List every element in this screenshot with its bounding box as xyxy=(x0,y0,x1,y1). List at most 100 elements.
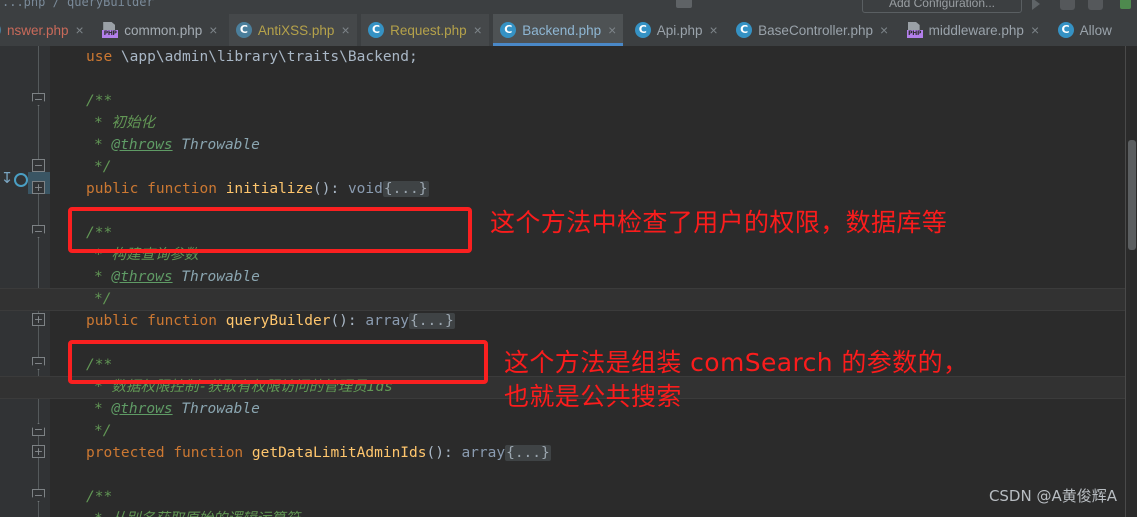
editor-scrollbar-thumb[interactable] xyxy=(1128,140,1136,250)
code-line: /** xyxy=(86,354,112,376)
code-line: public function queryBuilder(): array{..… xyxy=(86,310,455,332)
overridden-method-icon[interactable] xyxy=(14,173,28,187)
current-line-highlight xyxy=(0,288,1125,311)
project-structure-icon[interactable] xyxy=(676,0,692,8)
implementing-method-icon[interactable]: ↧ xyxy=(0,169,14,187)
close-icon[interactable]: × xyxy=(209,23,217,37)
code-token: \app\admin\library\traits\Backend; xyxy=(120,49,418,65)
code-line: * 构建查询参数 xyxy=(94,244,198,266)
editor-tab-request-php[interactable]: C Request.php × xyxy=(361,14,489,46)
run-configuration-selector[interactable]: Add Configuration... xyxy=(862,0,1022,13)
code-token: * 构建查询参数 xyxy=(94,247,199,263)
code-line: */ xyxy=(94,420,111,442)
editor-tab-backend-php[interactable]: C Backend.php × xyxy=(493,14,624,46)
code-line: * @throws Throwable xyxy=(94,398,260,420)
php-class-icon: C xyxy=(1057,22,1074,38)
close-icon[interactable]: × xyxy=(710,23,718,37)
debug-icon[interactable] xyxy=(1060,0,1075,10)
editor-tab-basecontroller-php[interactable]: C BaseController.php × xyxy=(729,14,895,46)
fold-expand-icon[interactable]: + xyxy=(32,445,45,458)
code-token: {...} xyxy=(505,445,551,461)
php-class-icon: C xyxy=(368,22,385,38)
editor-tab-allow-php[interactable]: C Allow xyxy=(1051,14,1119,46)
coverage-icon[interactable] xyxy=(1088,0,1103,10)
code-token: {...} xyxy=(382,181,429,197)
code-token: * 从别名获取原始的逻辑运算符 xyxy=(94,511,300,517)
fold-expand-icon[interactable]: + xyxy=(32,181,45,194)
close-icon[interactable]: × xyxy=(608,23,616,37)
fold-collapse-icon[interactable]: − xyxy=(32,489,45,502)
code-token: function xyxy=(173,445,252,461)
fold-collapse-icon[interactable]: − xyxy=(32,93,45,106)
code-line: /** xyxy=(86,486,112,508)
code-token: @throws xyxy=(111,401,173,417)
editor-scrollbar-track[interactable] xyxy=(1125,46,1137,517)
fold-collapse-icon[interactable]: − xyxy=(32,357,45,370)
code-line: /** xyxy=(86,90,112,112)
php-file-icon: PHP xyxy=(102,22,119,38)
code-line: /** xyxy=(86,222,112,244)
code-token: void xyxy=(347,181,383,197)
code-token: * 初始化 xyxy=(94,115,155,131)
close-icon[interactable]: × xyxy=(1031,23,1039,37)
close-icon[interactable]: × xyxy=(76,23,84,37)
code-token: * xyxy=(94,137,112,153)
editor-tab-label: common.php xyxy=(124,22,203,38)
code-token: * xyxy=(94,401,112,417)
code-token: Throwable xyxy=(172,401,260,417)
code-token: /** xyxy=(86,225,113,241)
editor-tab-bar: C nswer.php × PHP common.php × C AntiXSS… xyxy=(0,14,1137,46)
php-class-icon: C xyxy=(500,22,517,38)
editor-tab-middleware-php[interactable]: PHP middleware.php × xyxy=(900,14,1047,46)
code-token: public xyxy=(86,181,148,197)
code-token: () xyxy=(313,181,331,197)
ide-window: ...php / queryBuilder Add Configuration.… xyxy=(0,0,1137,517)
code-line: * 数据权限控制-获取有权限访问的管理员Ids xyxy=(94,376,393,398)
php-class-icon: C xyxy=(235,22,252,38)
code-token: */ xyxy=(94,159,112,175)
watermark: CSDN @A黄俊辉A xyxy=(988,487,1117,505)
fold-collapse-icon[interactable]: − xyxy=(32,225,45,238)
editor-tab-label: BaseController.php xyxy=(758,22,873,38)
editor-tab-label: nswer.php xyxy=(7,22,69,38)
code-token: () xyxy=(330,313,348,329)
run-icon[interactable] xyxy=(1032,0,1040,10)
code-token: use xyxy=(86,49,121,65)
code-text-area[interactable]: use \app\admin\library\traits\Backend; /*… xyxy=(0,46,1125,517)
code-token: */ xyxy=(94,423,112,439)
close-icon[interactable]: × xyxy=(341,23,349,37)
code-token: @throws xyxy=(111,137,173,153)
code-token: /** xyxy=(86,357,113,373)
code-token: getDataLimitAdminIds xyxy=(251,445,427,461)
editor-tab-answer-php[interactable]: C nswer.php × xyxy=(0,14,91,46)
fold-collapse-icon[interactable]: − xyxy=(32,423,45,436)
editor-tab-antixss-php[interactable]: C AntiXSS.php × xyxy=(228,14,357,46)
code-token: @throws xyxy=(111,269,173,285)
code-token: {...} xyxy=(409,313,455,329)
code-token: function xyxy=(147,181,226,197)
code-folding-gutter[interactable]: − − + − − + − − + − xyxy=(28,46,50,517)
code-line: */ xyxy=(94,156,111,178)
fold-expand-icon[interactable]: + xyxy=(32,313,45,326)
code-line: */ xyxy=(94,288,111,310)
editor-tab-label: middleware.php xyxy=(928,22,1024,38)
editor-tab-label: Api.php xyxy=(656,22,703,38)
php-class-icon: C xyxy=(0,22,1,38)
code-token: * xyxy=(94,269,112,285)
fold-collapse-icon[interactable]: − xyxy=(32,159,45,172)
code-line: protected function getDataLimitAdminIds(… xyxy=(86,442,551,464)
editor-tab-common-php[interactable]: PHP common.php × xyxy=(95,14,224,46)
editor-tab-api-php[interactable]: C Api.php × xyxy=(628,14,725,46)
code-token: initialize xyxy=(225,181,313,197)
profiler-icon[interactable] xyxy=(1120,0,1131,9)
code-token: : xyxy=(347,313,366,329)
code-token: */ xyxy=(94,291,112,307)
breadcrumb[interactable]: ...php / queryBuilder xyxy=(2,0,154,9)
editor-gutter[interactable]: ↧ ↥ xyxy=(0,46,43,517)
close-icon[interactable]: × xyxy=(474,23,482,37)
code-token: : xyxy=(330,181,348,197)
code-line: public function initialize(): void{...} xyxy=(86,178,429,200)
close-icon[interactable]: × xyxy=(880,23,888,37)
code-editor[interactable]: ↧ ↥ − − + − − + − − + − use \app\admin\l… xyxy=(0,46,1137,517)
code-token: /** xyxy=(86,93,113,109)
